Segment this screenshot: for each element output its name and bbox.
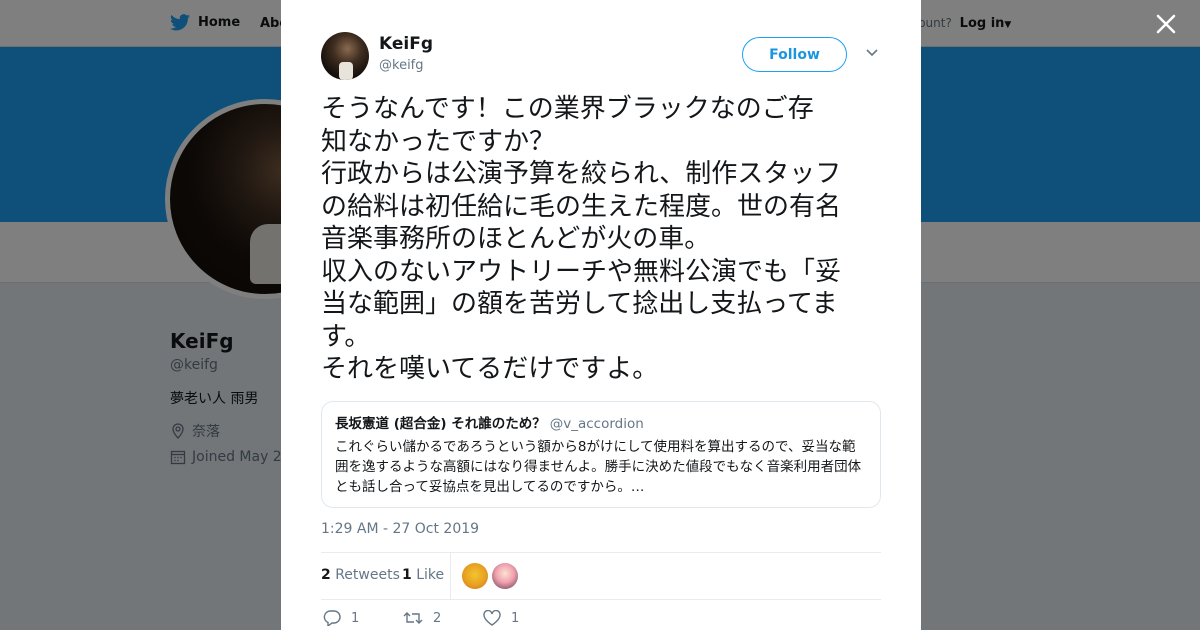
quoted-tweet[interactable]: 長坂憲道 (超合金) それ誰のため？ @v_accordion これぐらい儲かるで…: [321, 401, 881, 508]
liker-avatar[interactable]: [462, 563, 488, 589]
liker-avatar[interactable]: [492, 563, 518, 589]
tweet-modal: KeiFg @keifg Follow そうなんです！この業界ブラックなのご存 …: [281, 0, 921, 630]
tweet-text: そうなんです！この業界ブラックなのご存 知なかったですか？ 行政からは公演予算を…: [321, 94, 842, 384]
tweet-stats: 2 Retweets 1 Like: [321, 552, 881, 600]
author-avatar[interactable]: [321, 32, 369, 80]
reply-button[interactable]: 1: [323, 610, 359, 626]
reply-count: 1: [351, 610, 360, 626]
author-handle[interactable]: @keifg: [379, 58, 424, 73]
stats-divider: [450, 553, 451, 599]
heart-icon: [483, 610, 501, 626]
tweet-actions: 1 2 1: [321, 608, 881, 630]
close-icon[interactable]: [1152, 10, 1180, 38]
retweets-stat[interactable]: 2 Retweets: [321, 567, 400, 583]
quoted-author-handle: @v_accordion: [549, 416, 644, 432]
reply-icon: [323, 610, 341, 626]
quoted-author-name: 長坂憲道 (超合金) それ誰のため？: [335, 416, 546, 432]
quoted-header: 長坂憲道 (超合金) それ誰のため？ @v_accordion: [335, 415, 867, 433]
quoted-text: これぐらい儲かるであろうという額から8がけにして使用料を算出するので、妥当な範囲…: [335, 439, 862, 495]
likes-stat[interactable]: 1 Like: [402, 567, 444, 583]
like-count: 1: [511, 610, 520, 626]
retweets-label: Retweets: [335, 567, 400, 583]
retweet-icon: [403, 612, 423, 624]
retweets-count: 2: [321, 567, 331, 583]
retweet-count: 2: [433, 610, 442, 626]
author-name[interactable]: KeiFg: [379, 34, 433, 54]
likes-label: Like: [416, 567, 445, 583]
retweet-button[interactable]: 2: [403, 610, 441, 626]
likes-count: 1: [402, 567, 412, 583]
like-button[interactable]: 1: [483, 610, 519, 626]
chevron-down-icon[interactable]: [865, 48, 879, 58]
tweet-timestamp[interactable]: 1:29 AM - 27 Oct 2019: [321, 521, 479, 537]
follow-button[interactable]: Follow: [742, 37, 847, 72]
